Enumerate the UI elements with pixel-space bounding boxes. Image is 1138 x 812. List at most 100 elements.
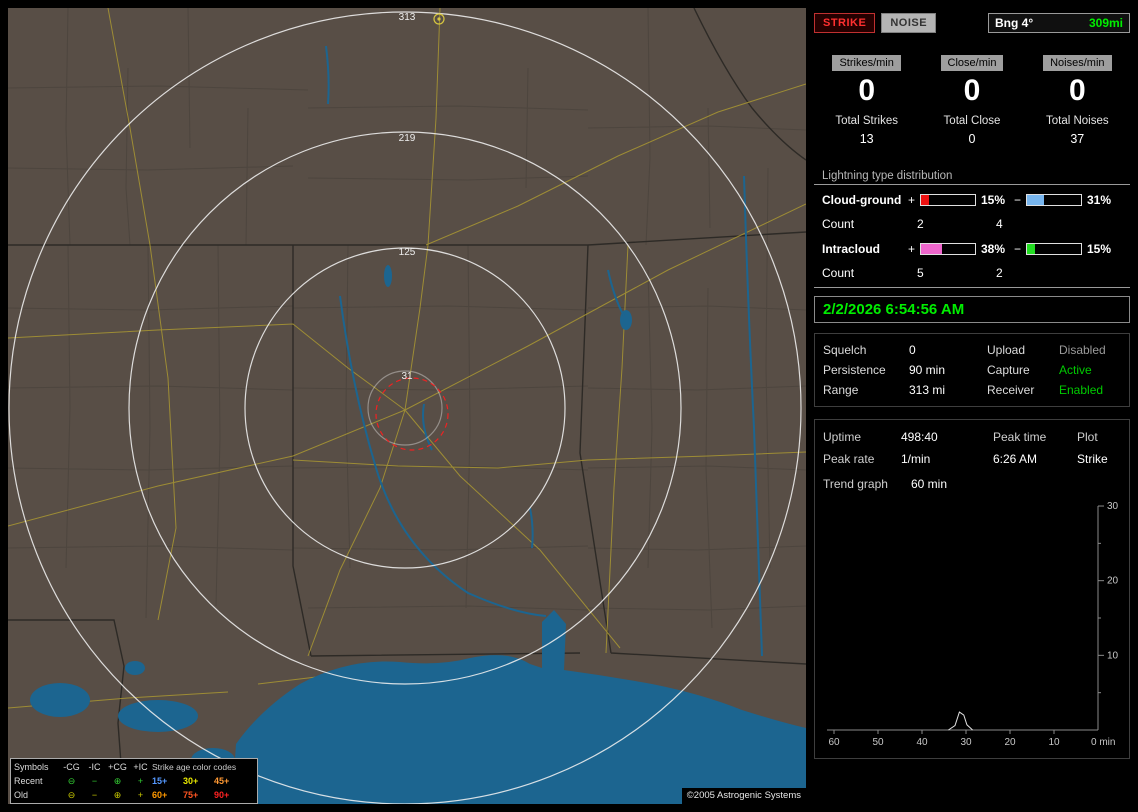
squelch-value: 0 (909, 343, 916, 357)
age-45-label: 45+ (214, 776, 230, 786)
neg-ic-recent-icon: − (91, 776, 98, 786)
ring-label-313: 313 (399, 12, 416, 23)
range-label: Range (823, 383, 859, 397)
legend-header-row: Symbols -CG -IC +CG +IC Strike age color… (14, 760, 254, 774)
svg-text:30: 30 (960, 737, 972, 748)
ic-negative-pct: 15% (1087, 241, 1112, 256)
pos-cg-old-icon: ⊕ (113, 789, 122, 800)
neg-cg-recent-icon: ⊖ (67, 775, 76, 786)
bearing-value: Bng 4° (995, 16, 1034, 30)
legend-col-neg-ic: -IC (88, 762, 101, 772)
close-per-min-chip: Close/min (940, 55, 1004, 71)
trend-chart: 60 50 40 30 20 10 0 min 10 20 30 (823, 498, 1121, 756)
ic-count-label: Count (822, 266, 855, 280)
legend-col-pos-cg: +CG (108, 762, 127, 772)
bearing-range: 309mi (1088, 16, 1123, 30)
pos-cg-recent-icon: ⊕ (113, 775, 122, 786)
ring-label-31: 31 (401, 371, 413, 382)
total-close-label: Total Close (943, 115, 1001, 127)
close-counter: Close/min 0 Total Close 0 (919, 55, 1024, 146)
lightning-map[interactable]: 313 219 125 31 Symbols -CG -IC +CG +IC S… (8, 8, 806, 804)
cloud-ground-row: Cloud-ground + 15% − 31% (814, 187, 1130, 212)
plus-sign: + (908, 192, 916, 207)
capture-status: Active (1059, 363, 1092, 377)
settings-row: Range 313 mi Receiver Enabled (823, 380, 1121, 400)
map-legend: Symbols -CG -IC +CG +IC Strike age color… (10, 758, 258, 804)
settings-panel: Squelch 0 Upload Disabled Persistence 90… (814, 333, 1130, 407)
legend-col-neg-cg: -CG (63, 762, 80, 772)
ic-positive-bar (920, 242, 976, 255)
svg-text:60: 60 (828, 737, 840, 748)
uptime-value: 498:40 (901, 430, 938, 444)
cloud-ground-label: Cloud-ground (822, 192, 902, 207)
map-canvas[interactable]: 313 219 125 31 (8, 8, 806, 804)
cg-count-label: Count (822, 217, 855, 231)
svg-text:40: 40 (916, 737, 928, 748)
receiver-status: Enabled (1059, 383, 1104, 397)
peak-time-label: Peak time (993, 430, 1047, 444)
legend-symbols-title: Symbols (14, 762, 49, 772)
strikes-per-min-value: 0 (858, 74, 875, 107)
strikes-counter: Strikes/min 0 Total Strikes 13 (814, 55, 919, 146)
legend-recent-row: Recent ⊖ − ⊕ + 15+ 30+ 45+ (14, 774, 254, 788)
noises-per-min-chip: Noises/min (1043, 55, 1112, 71)
range-value: 313 mi (909, 383, 946, 397)
intracloud-count-row: Count 5 2 (814, 261, 1130, 285)
strike-trend-series (948, 711, 973, 731)
bearing-readout: Bng 4° 309mi (988, 13, 1130, 33)
persistence-value: 90 min (909, 363, 946, 377)
total-strikes-label: Total Strikes (835, 115, 898, 127)
upload-status: Disabled (1059, 343, 1106, 357)
svg-text:20: 20 (1004, 737, 1016, 748)
pos-ic-recent-icon: + (137, 776, 144, 786)
divider (814, 287, 1130, 288)
legend-old-row: Old ⊖ − ⊕ + 60+ 75+ 90+ (14, 788, 254, 802)
control-panel: STRIKE NOISE Bng 4° 309mi Strikes/min 0 … (814, 8, 1130, 804)
age-60-label: 60+ (152, 790, 168, 800)
squelch-label: Squelch (823, 343, 867, 357)
ic-negative-bar (1026, 242, 1082, 255)
datetime-display: 2/2/2026 6:54:56 AM (814, 296, 1130, 323)
settings-row: Persistence 90 min Capture Active (823, 360, 1121, 380)
cloud-ground-count-row: Count 2 4 (814, 212, 1130, 236)
age-90-label: 90+ (214, 790, 230, 800)
total-noises-value: 37 (1070, 132, 1085, 146)
svg-text:50: 50 (872, 737, 884, 748)
stats-panel: Uptime 498:40 Peak time Plot Peak rate 1… (814, 419, 1130, 759)
noises-counter: Noises/min 0 Total Noises 37 (1025, 55, 1130, 146)
plus-sign: + (908, 241, 916, 256)
legend-col-pos-ic: +IC (133, 762, 148, 772)
legend-age-title: Strike age color codes (152, 762, 237, 772)
svg-text:30: 30 (1107, 501, 1119, 512)
cg-negative-count: 4 (996, 217, 1003, 231)
ring-label-219: 219 (399, 133, 416, 144)
noise-tab[interactable]: NOISE (881, 13, 937, 33)
peak-rate-label: Peak rate (823, 452, 875, 466)
ic-positive-pct: 38% (981, 241, 1006, 256)
capture-label: Capture (987, 363, 1030, 377)
strikes-per-min-chip: Strikes/min (832, 55, 901, 71)
uptime-label: Uptime (823, 430, 862, 444)
noises-per-min-value: 0 (1068, 74, 1086, 107)
trend-graph-window: 60 min (911, 477, 948, 491)
close-per-min-value: 0 (963, 74, 981, 107)
intracloud-row: Intracloud + 38% − 15% (814, 236, 1130, 261)
svg-text:10: 10 (1107, 650, 1119, 661)
upload-label: Upload (987, 343, 1026, 357)
rate-counters: Strikes/min 0 Total Strikes 13 Close/min… (814, 55, 1130, 146)
svg-text:10: 10 (1048, 737, 1060, 748)
stats-row-2: Peak rate 1/min 6:26 AM Strike (823, 448, 1121, 470)
neg-ic-old-icon: − (91, 790, 98, 800)
trend-graph-label: Trend graph (823, 477, 888, 491)
cg-positive-count: 2 (917, 217, 924, 231)
settings-row: Squelch 0 Upload Disabled (823, 340, 1121, 360)
minus-sign: − (1014, 192, 1022, 207)
age-30-label: 30+ (183, 776, 199, 786)
cg-positive-pct: 15% (981, 192, 1006, 207)
plot-value: Strike (1077, 452, 1108, 466)
strike-tab[interactable]: STRIKE (814, 13, 876, 33)
intracloud-label: Intracloud (822, 241, 881, 256)
total-strikes-value: 13 (859, 132, 874, 146)
distribution-title: Lightning type distribution (822, 170, 953, 182)
age-75-label: 75+ (183, 790, 199, 800)
